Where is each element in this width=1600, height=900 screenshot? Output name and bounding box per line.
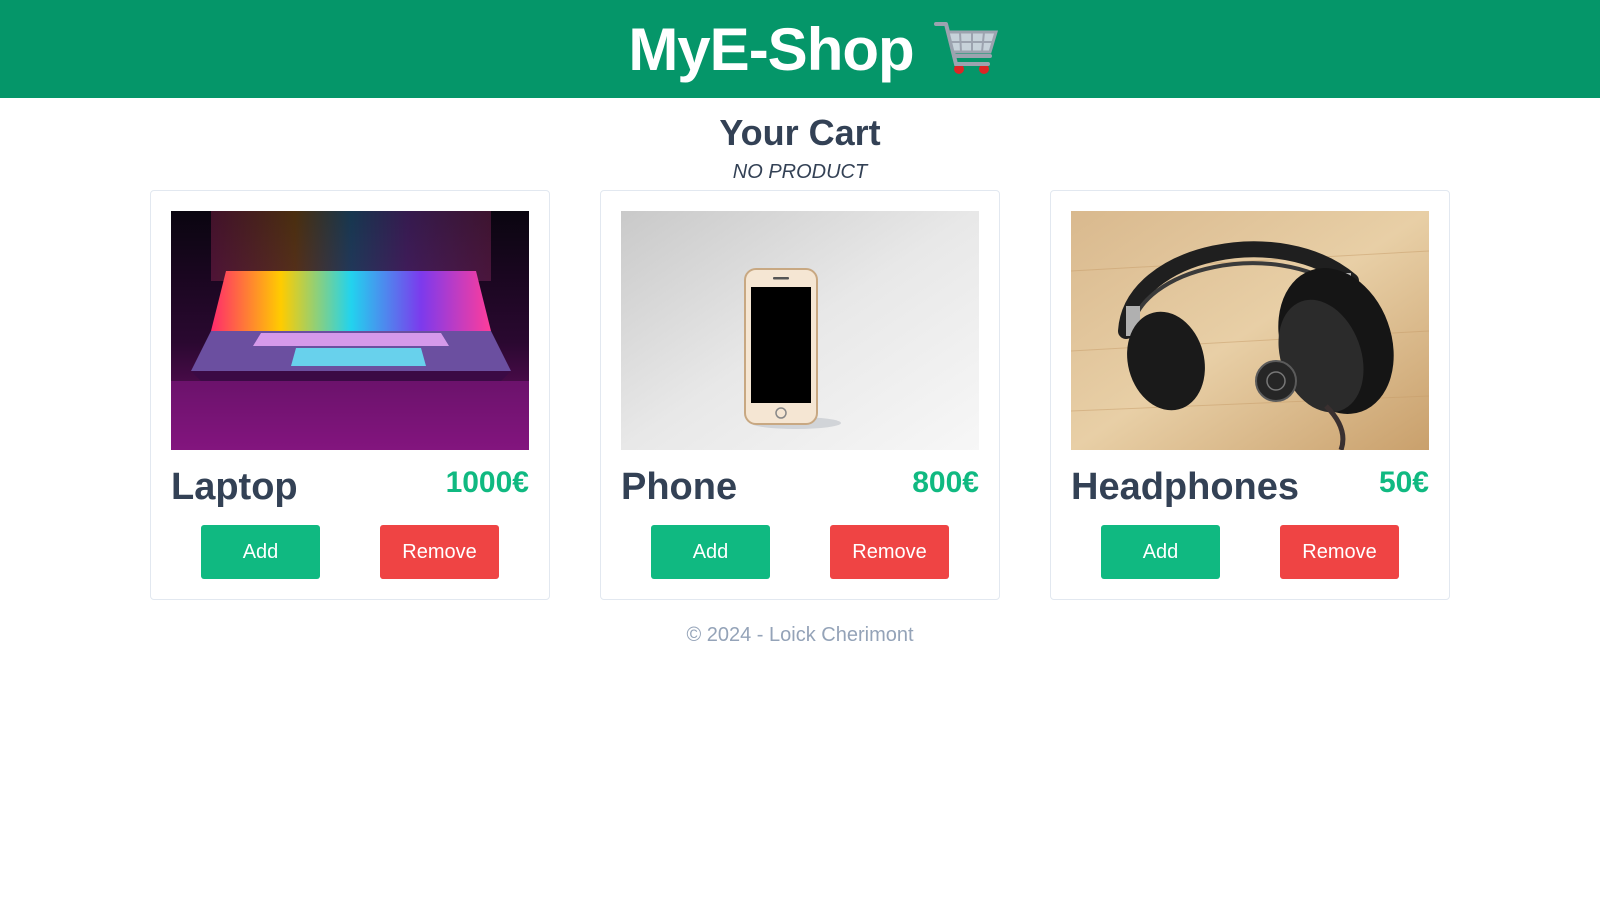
cart-status: NO PRODUCT <box>732 161 868 183</box>
product-card-laptop: Laptop 1000€ Add Remove <box>150 190 550 600</box>
product-name: Laptop <box>171 466 298 508</box>
product-name: Phone <box>621 466 738 508</box>
brand-title: MyE-Shop <box>628 15 914 83</box>
product-price: 1000€ <box>445 466 529 499</box>
laptop-image <box>171 211 529 450</box>
add-button[interactable]: Add <box>1101 525 1220 579</box>
remove-button[interactable]: Remove <box>1280 525 1399 579</box>
add-button[interactable]: Add <box>201 525 320 579</box>
product-price: 50€ <box>1378 466 1429 499</box>
product-price: 800€ <box>912 466 979 499</box>
footer-copyright: © 2024 - Loick Cherimont <box>686 624 914 646</box>
remove-button[interactable]: Remove <box>830 525 949 579</box>
headphones-image <box>1071 211 1429 450</box>
cart-title: Your Cart <box>719 112 881 153</box>
brand: MyE-Shop <box>628 14 1001 84</box>
app-header: MyE-Shop <box>0 0 1600 98</box>
phone-image <box>621 211 979 450</box>
remove-button[interactable]: Remove <box>380 525 499 579</box>
product-card-headphones: Headphones 50€ Add Remove <box>1050 190 1450 600</box>
shopping-cart-icon <box>932 14 1002 84</box>
product-name: Headphones <box>1071 466 1300 508</box>
add-button[interactable]: Add <box>651 525 770 579</box>
product-card-phone: Phone 800€ Add Remove <box>600 190 1000 600</box>
